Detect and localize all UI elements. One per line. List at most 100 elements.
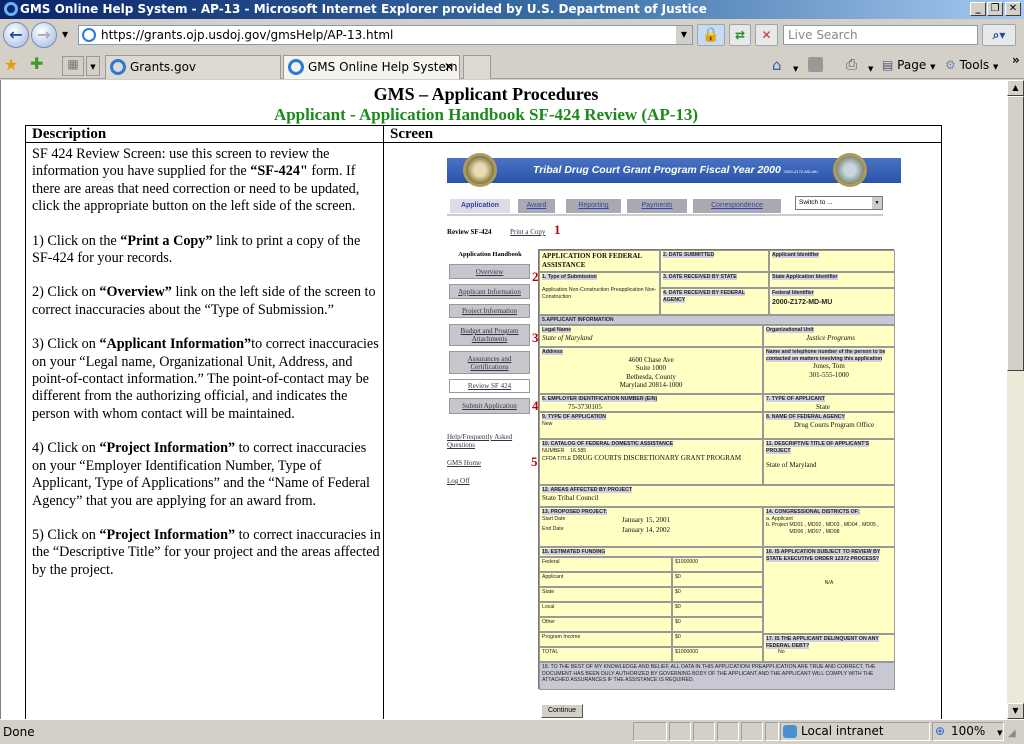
quick-tabs-icon[interactable]: ▦ [62,56,84,76]
sidebar-button-assurances[interactable]: Assurances and Certifications [449,351,530,374]
status-segment [717,722,739,741]
field-legal-name: Legal Name State of Maryland [539,325,763,347]
new-tab-button[interactable] [463,55,491,79]
window-title: GMS Online Help System - AP-13 - Microso… [20,2,707,16]
gms-home-link[interactable]: GMS Home [447,459,481,467]
sidebar-button-project-information[interactable]: Project Information [449,304,530,318]
restore-button[interactable]: ❐ [987,2,1003,16]
zoom-dropdown-icon[interactable]: ▼ [997,729,1002,737]
funding-value: $0 [672,617,763,632]
security-zone[interactable]: Local intranet [780,722,930,741]
funding-value: $0 [672,632,763,647]
status-text: Done [3,725,35,739]
ojp-seal-icon [833,153,867,187]
form-title: APPLICATION FOR FEDERAL ASSISTANCE [539,250,660,272]
description-text: SF 424 Review Screen: use this screen to… [32,146,382,596]
log-off-link[interactable]: Log Off [447,477,470,485]
print-dropdown-icon[interactable]: ▼ [868,61,873,77]
zoom-level: 100% [951,724,986,738]
tab-gms-help[interactable]: GMS Online Help System ... ✕ [283,55,460,79]
search-input[interactable]: Live Search [783,25,978,45]
field-cfda: 10. CATALOG OF FEDERAL DOMESTIC ASSISTAN… [539,439,763,485]
forward-button[interactable]: → [31,22,57,48]
address-dropdown-icon[interactable]: ▼ [676,26,692,44]
app-tab-payments[interactable]: Payments [627,199,687,213]
funding-label: Program Income [539,632,672,647]
intranet-globe-icon [783,725,797,738]
field-type-of-application: 9. TYPE OF APPLICATION New [539,412,763,439]
section-applicant-information: 5.APPLICANT INFORMATION [539,315,895,325]
screen-screenshot: Tribal Drug Court Grant Program Fiscal Y… [423,153,901,719]
home-dropdown-icon[interactable]: ▼ [793,61,798,77]
field-address: Address 4600 Chase Ave Suite 1000 Bethesda… [539,347,763,394]
sidebar-title: Application Handbook [458,251,522,258]
ie-page-icon [288,59,304,75]
print-icon[interactable]: ⎙ [846,57,857,73]
field-state-review: 16. IS APPLICATION SUBJECT TO REVIEW BY … [763,547,895,634]
switch-to-select[interactable]: Switch to ... ▼ [795,196,883,210]
column-header-description: Description [26,126,384,143]
field-delinquent-debt: 17. IS THE APPLICANT DELINQUENT ON ANY F… [763,634,895,662]
address-bar[interactable]: https://grants.ojp.usdoj.gov/gmsHelp/AP-… [78,25,693,45]
add-favorites-icon[interactable]: ✚ [30,54,43,73]
step-4: 4) Click on “Project Information” to cor… [32,440,370,509]
stop-button[interactable]: ✕ [755,24,778,46]
url-text: https://grants.ojp.usdoj.gov/gmsHelp/AP-… [101,28,394,42]
sidebar-button-review-sf424[interactable]: Review SF 424 [449,379,530,393]
scroll-up-icon[interactable]: ▲ [1007,80,1024,96]
sidebar-button-budget[interactable]: Budget and Program Attachments [449,324,530,346]
column-divider [383,143,384,719]
sidebar-button-overview[interactable]: Overview [449,264,530,279]
zoom-control[interactable]: ⊕ 100% ▼ [932,722,1004,741]
resize-grip-icon[interactable]: ◢ [1008,728,1016,739]
ie-page-icon [110,59,126,75]
more-commands-chevron-icon[interactable]: » [1012,52,1020,68]
page-subtitle: Applicant - Application Handbook SF-424 … [273,105,699,124]
funding-label: TOTAL [539,647,672,662]
close-tab-icon[interactable]: ✕ [444,56,454,78]
minimize-button[interactable]: _ [970,2,986,16]
app-tab-correspondence[interactable]: Correspondence [693,199,781,213]
search-button[interactable]: ⌕▾ [982,24,1016,46]
refresh-button[interactable]: ⇄ [729,24,751,46]
help-faq-link[interactable]: Help/Frequently Asked Questions [447,433,527,449]
page-menu[interactable]: ▤ Page ▼ [882,57,937,75]
handbook-sidebar: Application Handbook Overview Applicant … [447,249,533,499]
funding-value: $0 [672,572,763,587]
page-menu-label: Page [897,58,927,72]
status-segment [741,722,763,741]
field-congressional-districts: 14. CONGRESSIONAL DISTRICTS OF: a. Appli… [763,507,895,547]
print-a-copy-link[interactable]: Print a Copy [510,228,545,236]
tab-label: GMS Online Help System ... [308,60,460,74]
continue-button[interactable]: Continue [541,704,583,718]
back-button[interactable]: ← [3,22,29,48]
zone-label: Local intranet [801,724,884,738]
vertical-scrollbar[interactable]: ▲ ▼ [1007,80,1024,719]
page-icon [82,28,96,42]
field-type-of-submission: 1. Type of Submission Application Non-Con… [539,272,660,315]
marker-5: 5 [531,454,538,469]
history-dropdown-icon[interactable]: ▼ [62,30,68,39]
app-tab-award[interactable]: Award [518,199,555,213]
funding-label: Applicant [539,572,672,587]
tools-menu[interactable]: ⚙ Tools ▼ [945,57,1005,75]
feeds-icon[interactable] [808,57,823,72]
close-window-button[interactable]: ✕ [1005,2,1021,16]
column-header-screen: Screen [384,126,941,143]
scroll-down-icon[interactable]: ▼ [1007,703,1024,719]
home-icon[interactable]: ⌂ [772,57,782,73]
app-tab-application[interactable]: Application [450,199,510,213]
favorites-star-icon[interactable]: ★ [4,55,18,74]
app-tab-reporting[interactable]: Reporting [566,199,621,213]
step-3: 3) Click on “Applicant Information”to co… [32,336,379,422]
scrollbar-thumb[interactable] [1007,96,1024,371]
sidebar-button-submit-application[interactable]: Submit Application [449,398,530,414]
field-date-received-federal: 4. DATE RECEIVED BY FEDERAL AGENCY [660,288,769,315]
field-contact: Name and telephone number of the person … [763,347,895,394]
field-applicant-identifier: Applicant Identifier [769,250,895,272]
sidebar-button-applicant-information[interactable]: Applicant Information [449,284,530,299]
lock-icon[interactable]: 🔒 [697,24,725,46]
tab-list-dropdown-icon[interactable]: ▼ [86,56,100,76]
ie-logo-icon [4,2,18,16]
tab-grants-gov[interactable]: Grants.gov [105,55,281,79]
